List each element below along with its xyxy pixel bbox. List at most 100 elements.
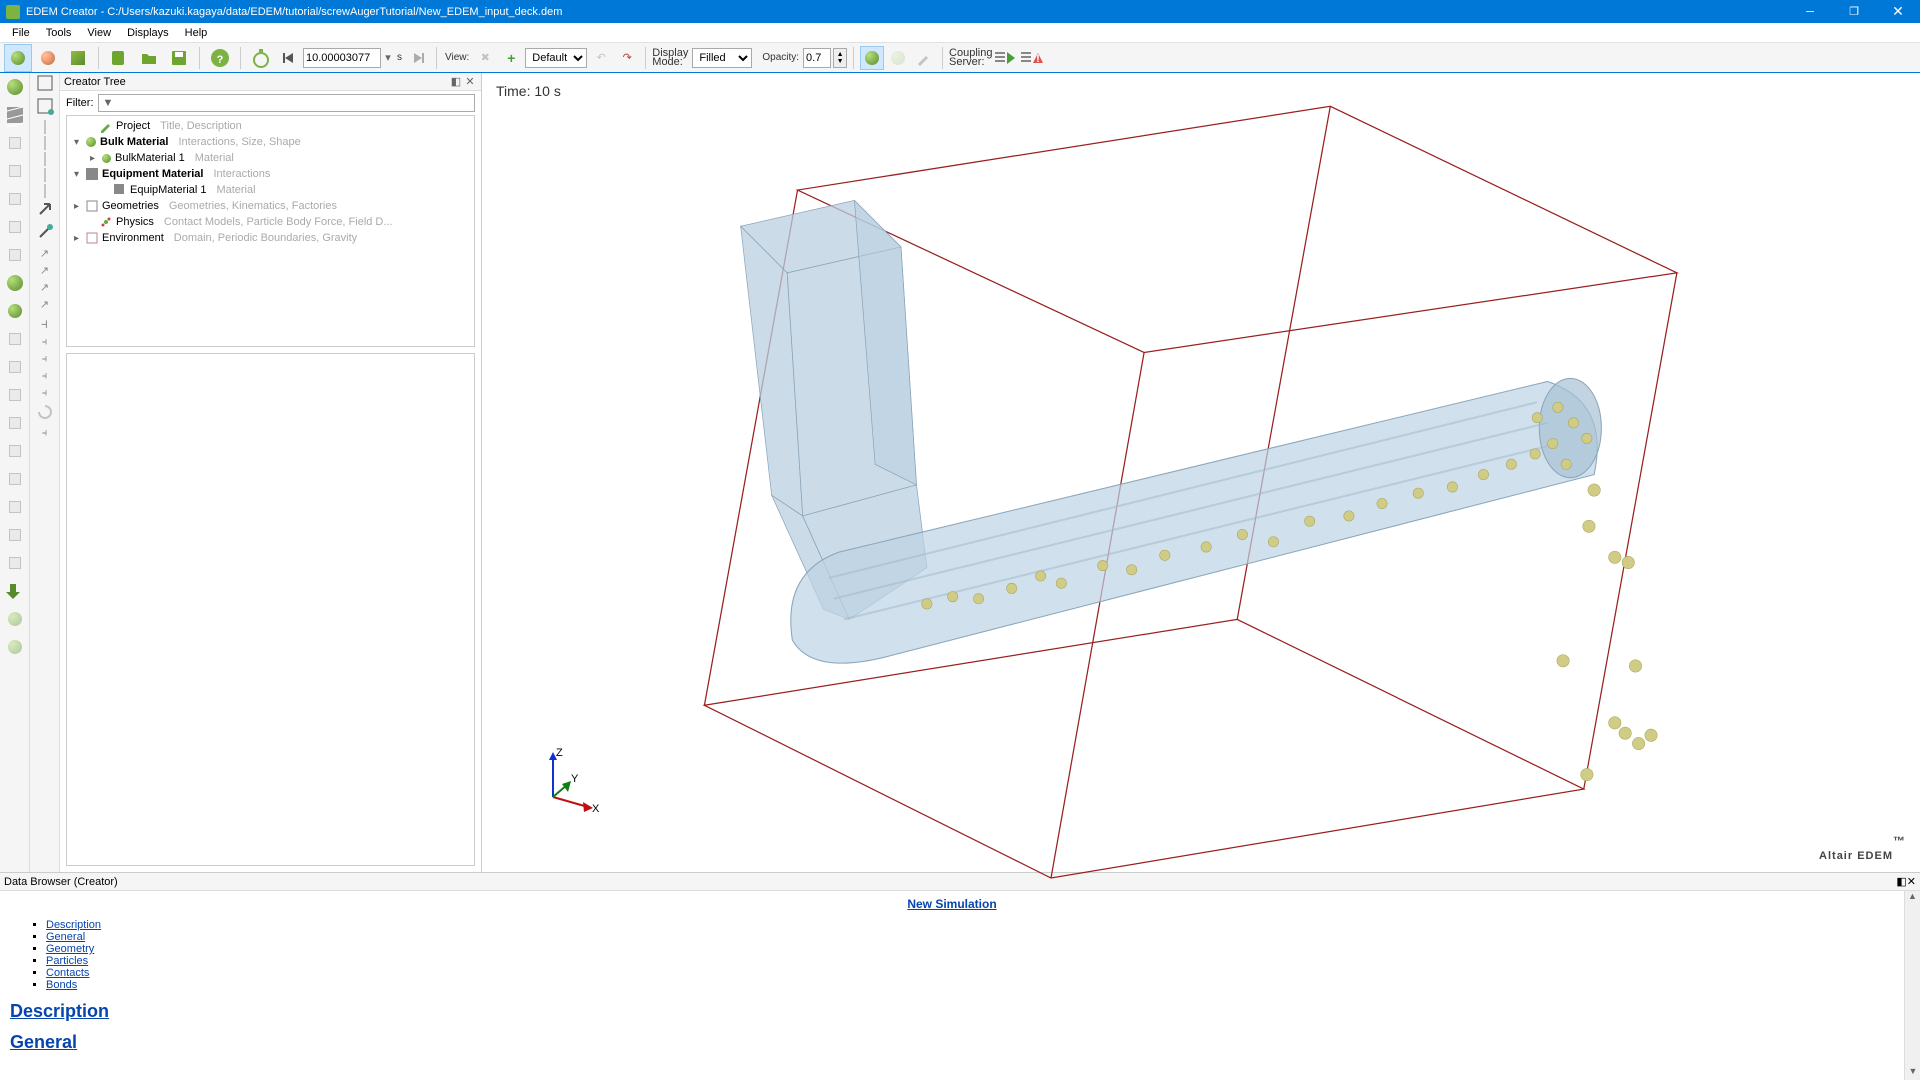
menu-tools[interactable]: Tools bbox=[38, 25, 80, 41]
lt1-btn-1[interactable] bbox=[3, 75, 27, 99]
view-add-button[interactable]: + bbox=[499, 46, 523, 70]
lt2-btn-5[interactable] bbox=[44, 153, 46, 165]
tree-row-equip[interactable]: ▾ Equipment Material Interactions bbox=[67, 166, 474, 182]
help-button[interactable]: ? bbox=[206, 44, 234, 72]
simulator-mode-button[interactable] bbox=[34, 44, 62, 72]
opacity-input[interactable] bbox=[803, 48, 831, 68]
coupling-play-button[interactable] bbox=[994, 46, 1018, 70]
menu-view[interactable]: View bbox=[79, 25, 119, 41]
link-geometry[interactable]: Geometry bbox=[46, 943, 94, 955]
menu-file[interactable]: File bbox=[4, 25, 38, 41]
display-mode-select[interactable]: Filled bbox=[692, 48, 752, 68]
lt1-btn-10[interactable] bbox=[3, 327, 27, 351]
lt1-btn-4[interactable] bbox=[3, 159, 27, 183]
link-description[interactable]: Description bbox=[46, 919, 101, 931]
new-button[interactable] bbox=[105, 44, 133, 72]
lt2-btn-8[interactable] bbox=[37, 201, 53, 220]
coupling-warning-button[interactable]: ! bbox=[1020, 46, 1044, 70]
lt2-btn-7[interactable] bbox=[44, 185, 46, 197]
lt2-btn-11[interactable]: ↗ bbox=[40, 264, 49, 277]
lt1-btn-7[interactable] bbox=[3, 243, 27, 267]
link-general[interactable]: General bbox=[46, 931, 85, 943]
lt1-btn-21[interactable] bbox=[3, 635, 27, 659]
stopwatch-button[interactable] bbox=[247, 44, 275, 72]
simulation-heading[interactable]: New Simulation bbox=[10, 897, 1894, 911]
lt2-btn-10[interactable]: ↗ bbox=[40, 247, 49, 260]
lt2-btn-20[interactable]: ⫞ bbox=[42, 427, 48, 440]
lt2-btn-17[interactable]: ⫞ bbox=[42, 370, 48, 383]
filter-dropdown[interactable]: ▼ bbox=[98, 94, 476, 112]
time-input[interactable] bbox=[303, 48, 381, 68]
lt1-btn-14[interactable] bbox=[3, 439, 27, 463]
data-browser-body[interactable]: New Simulation Description General Geome… bbox=[0, 891, 1904, 1080]
viewport-3d[interactable]: Time: 10 s bbox=[482, 73, 1920, 872]
tree-row-equip1[interactable]: EquipMaterial 1 Material bbox=[67, 182, 474, 198]
brush-button[interactable] bbox=[912, 46, 936, 70]
lt2-btn-4[interactable] bbox=[44, 137, 46, 149]
lt1-btn-18[interactable] bbox=[3, 551, 27, 575]
lt2-btn-18[interactable]: ⫞ bbox=[42, 387, 48, 400]
redo-view-button[interactable]: ↷ bbox=[615, 46, 639, 70]
lt1-btn-3[interactable] bbox=[3, 131, 27, 155]
lt2-btn-1[interactable] bbox=[37, 75, 53, 94]
db-close-button[interactable]: ✕ bbox=[1907, 875, 1916, 888]
menu-help[interactable]: Help bbox=[177, 25, 216, 41]
panel-close-button[interactable]: ✕ bbox=[463, 75, 477, 89]
lt2-btn-6[interactable] bbox=[44, 169, 46, 181]
tree-row-project[interactable]: Project Title, Description bbox=[67, 118, 474, 134]
link-bonds[interactable]: Bonds bbox=[46, 979, 77, 991]
view-delete-button[interactable]: ✖ bbox=[473, 46, 497, 70]
show-geometry-button[interactable] bbox=[886, 46, 910, 70]
tree-row-geom[interactable]: ▸ Geometries Geometries, Kinematics, Fac… bbox=[67, 198, 474, 214]
lt1-btn-13[interactable] bbox=[3, 411, 27, 435]
menu-displays[interactable]: Displays bbox=[119, 25, 177, 41]
db-dock-button[interactable]: ◧ bbox=[1896, 875, 1906, 888]
lt1-btn-2[interactable] bbox=[3, 103, 27, 127]
lt2-btn-13[interactable]: ↗ bbox=[40, 298, 49, 311]
title-bar: EDEM Creator - C:/Users/kazuki.kagaya/da… bbox=[0, 0, 1920, 23]
tree-row-physics[interactable]: Physics Contact Models, Particle Body Fo… bbox=[67, 214, 474, 230]
show-particles-button[interactable] bbox=[860, 46, 884, 70]
link-particles[interactable]: Particles bbox=[46, 955, 88, 967]
lt1-btn-6[interactable] bbox=[3, 215, 27, 239]
lt1-btn-17[interactable] bbox=[3, 523, 27, 547]
tree-body[interactable]: Project Title, Description ▾ Bulk Materi… bbox=[66, 115, 475, 347]
lt1-btn-9[interactable] bbox=[3, 299, 27, 323]
opacity-down[interactable]: ▼ bbox=[834, 58, 846, 65]
lt1-btn-8[interactable] bbox=[3, 271, 27, 295]
tree-row-env[interactable]: ▸ Environment Domain, Periodic Boundarie… bbox=[67, 230, 474, 246]
vertical-scrollbar[interactable]: ▲ ▼ bbox=[1904, 891, 1920, 1080]
close-button[interactable]: ✕ bbox=[1876, 0, 1920, 23]
lt1-btn-20[interactable] bbox=[3, 607, 27, 631]
save-button[interactable] bbox=[165, 44, 193, 72]
lt2-btn-16[interactable]: ⫞ bbox=[42, 353, 48, 366]
maximize-button[interactable]: ❐ bbox=[1832, 0, 1876, 23]
lt1-btn-19[interactable] bbox=[3, 579, 27, 603]
creator-mode-button[interactable] bbox=[4, 44, 32, 72]
open-button[interactable] bbox=[135, 44, 163, 72]
lt2-btn-9[interactable] bbox=[37, 224, 53, 243]
tree-row-bulk[interactable]: ▾ Bulk Material Interactions, Size, Shap… bbox=[67, 134, 474, 150]
analyst-mode-button[interactable] bbox=[64, 44, 92, 72]
opacity-up[interactable]: ▲ bbox=[834, 51, 846, 58]
view-select[interactable]: Default bbox=[525, 48, 587, 68]
link-contacts[interactable]: Contacts bbox=[46, 967, 89, 979]
lt2-btn-19[interactable] bbox=[37, 404, 53, 423]
lt1-btn-11[interactable] bbox=[3, 355, 27, 379]
lt1-btn-15[interactable] bbox=[3, 467, 27, 491]
lt2-btn-14[interactable]: ⫞ bbox=[41, 315, 48, 332]
tree-row-bulk1[interactable]: ▸ BulkMaterial 1 Material bbox=[67, 150, 474, 166]
step-forward-button[interactable] bbox=[406, 46, 430, 70]
lt2-btn-15[interactable]: ⫞ bbox=[42, 336, 48, 349]
panel-dock-button[interactable]: ◧ bbox=[449, 75, 463, 89]
lt2-btn-2[interactable] bbox=[37, 98, 53, 117]
lt2-btn-12[interactable]: ↗ bbox=[40, 281, 49, 294]
minimize-button[interactable]: ─ bbox=[1788, 0, 1832, 23]
lt1-btn-12[interactable] bbox=[3, 383, 27, 407]
lt1-btn-5[interactable] bbox=[3, 187, 27, 211]
lt1-btn-16[interactable] bbox=[3, 495, 27, 519]
undo-view-button[interactable]: ↶ bbox=[589, 46, 613, 70]
step-back-button[interactable] bbox=[277, 46, 301, 70]
lt2-btn-3[interactable] bbox=[44, 121, 46, 133]
env-icon bbox=[86, 232, 98, 244]
